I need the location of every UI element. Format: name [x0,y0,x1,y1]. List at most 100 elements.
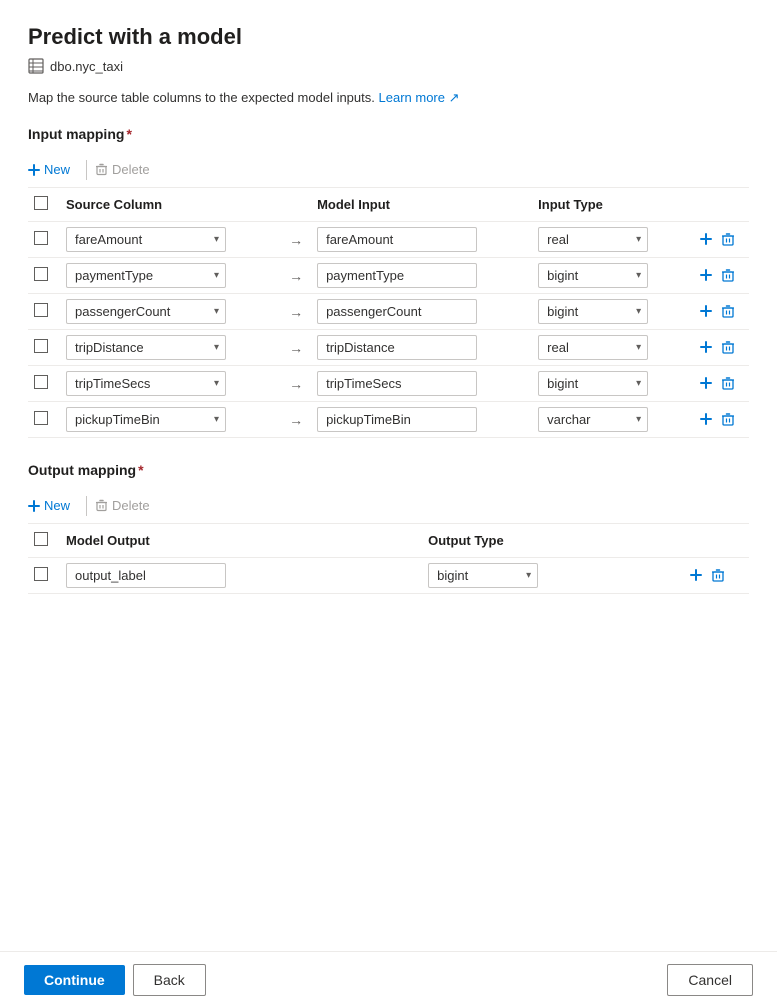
input-type-cell: realbigintvarcharintfloatnvarchar▾ [532,294,689,330]
row-actions-cell [689,330,749,366]
add-row-button[interactable] [695,338,717,356]
input-row-checkbox[interactable] [34,231,48,245]
input-type-cell: realbigintvarcharintfloatnvarchar▾ [532,366,689,402]
row-actions-cell [689,258,749,294]
output-mapping-section: Output mapping* New Delete [28,462,749,594]
delete-row-button[interactable] [717,230,739,248]
description: Map the source table columns to the expe… [28,90,749,106]
input-type-cell: realbigintvarcharintfloatnvarchar▾ [532,330,689,366]
source-column-cell: passengerCount▾ [60,294,281,330]
arrow-cell: → [281,222,311,258]
subtitle-row: dbo.nyc_taxi [28,58,749,74]
back-button[interactable]: Back [133,964,206,996]
input-table-row: tripTimeSecs▾→realbigintvarcharintfloatn… [28,366,749,402]
add-row-button[interactable] [695,302,717,320]
plus-icon [699,376,713,390]
model-input-field[interactable] [317,263,477,288]
source-column-select[interactable]: paymentType [66,263,226,288]
output-add-row-button[interactable] [685,566,707,584]
output-header-checkbox-cell [28,524,60,558]
input-table-row: tripDistance▾→realbigintvarcharintfloatn… [28,330,749,366]
subtitle-text: dbo.nyc_taxi [50,59,123,74]
input-type-select[interactable]: realbigintvarcharintfloatnvarchar [538,227,648,252]
model-input-cell [311,222,532,258]
trash-icon [721,304,735,318]
plus-icon-output [28,500,40,512]
row-actions-cell [689,294,749,330]
model-input-header: Model Input [311,188,532,222]
input-delete-button[interactable]: Delete [95,158,150,181]
plus-icon [699,268,713,282]
model-input-cell [311,258,532,294]
model-output-field[interactable] [66,563,226,588]
arrow-cell: → [281,366,311,402]
delete-row-button[interactable] [717,266,739,284]
plus-icon [699,232,713,246]
footer: Continue Back Cancel [0,951,777,1008]
output-delete-button[interactable]: Delete [95,494,150,517]
trash-icon [721,268,735,282]
model-input-cell [311,294,532,330]
plus-icon [699,340,713,354]
output-new-button[interactable]: New [28,494,78,517]
trash-icon [721,232,735,246]
model-input-field[interactable] [317,299,477,324]
trash-icon [721,340,735,354]
input-row-checkbox[interactable] [34,411,48,425]
model-input-field[interactable] [317,407,477,432]
add-row-button[interactable] [695,374,717,392]
output-table-row: realbigintvarcharintfloatnvarchar▾ [28,558,749,594]
input-row-checkbox[interactable] [34,267,48,281]
input-row-checkbox[interactable] [34,303,48,317]
source-column-cell: paymentType▾ [60,258,281,294]
continue-button[interactable]: Continue [24,965,125,995]
source-column-select[interactable]: tripTimeSecs [66,371,226,396]
add-row-button[interactable] [695,410,717,428]
input-type-select[interactable]: realbigintvarcharintfloatnvarchar [538,407,648,432]
source-column-select[interactable]: pickupTimeBin [66,407,226,432]
source-column-header: Source Column [60,188,281,222]
input-table-row: paymentType▾→realbigintvarcharintfloatnv… [28,258,749,294]
model-input-cell [311,330,532,366]
output-delete-row-button[interactable] [707,566,729,584]
model-input-field[interactable] [317,227,477,252]
model-input-field[interactable] [317,335,477,360]
delete-row-button[interactable] [717,302,739,320]
input-type-select[interactable]: realbigintvarcharintfloatnvarchar [538,371,648,396]
source-column-select[interactable]: fareAmount [66,227,226,252]
input-new-button[interactable]: New [28,158,78,181]
add-row-button[interactable] [695,230,717,248]
add-row-button[interactable] [695,266,717,284]
delete-icon [95,163,108,176]
input-table-row: pickupTimeBin▾→realbigintvarcharintfloat… [28,402,749,438]
row-actions-cell [689,402,749,438]
output-toolbar-divider [86,496,87,516]
actions-header [689,188,749,222]
input-type-select[interactable]: realbigintvarcharintfloatnvarchar [538,299,648,324]
plus-icon [699,412,713,426]
output-header-checkbox[interactable] [34,532,48,546]
plus-icon [689,568,703,582]
arrow-header [281,188,311,222]
delete-row-button[interactable] [717,374,739,392]
input-type-select[interactable]: realbigintvarcharintfloatnvarchar [538,263,648,288]
header-checkbox[interactable] [34,196,48,210]
delete-row-button[interactable] [717,338,739,356]
input-row-checkbox[interactable] [34,375,48,389]
model-input-field[interactable] [317,371,477,396]
input-mapping-table: Source Column Model Input Input Type far… [28,188,749,438]
cancel-button[interactable]: Cancel [667,964,753,996]
model-input-cell [311,402,532,438]
trash-icon [721,412,735,426]
source-column-select[interactable]: tripDistance [66,335,226,360]
input-mapping-toolbar: New Delete [28,152,749,188]
learn-more-link[interactable]: Learn more ↗ [379,90,460,105]
delete-row-button[interactable] [717,410,739,428]
output-type-select[interactable]: realbigintvarcharintfloatnvarchar [428,563,538,588]
output-row-checkbox[interactable] [34,567,48,581]
source-column-select[interactable]: passengerCount [66,299,226,324]
input-type-select[interactable]: realbigintvarcharintfloatnvarchar [538,335,648,360]
input-row-checkbox[interactable] [34,339,48,353]
model-input-cell [311,366,532,402]
model-output-cell [60,558,422,594]
